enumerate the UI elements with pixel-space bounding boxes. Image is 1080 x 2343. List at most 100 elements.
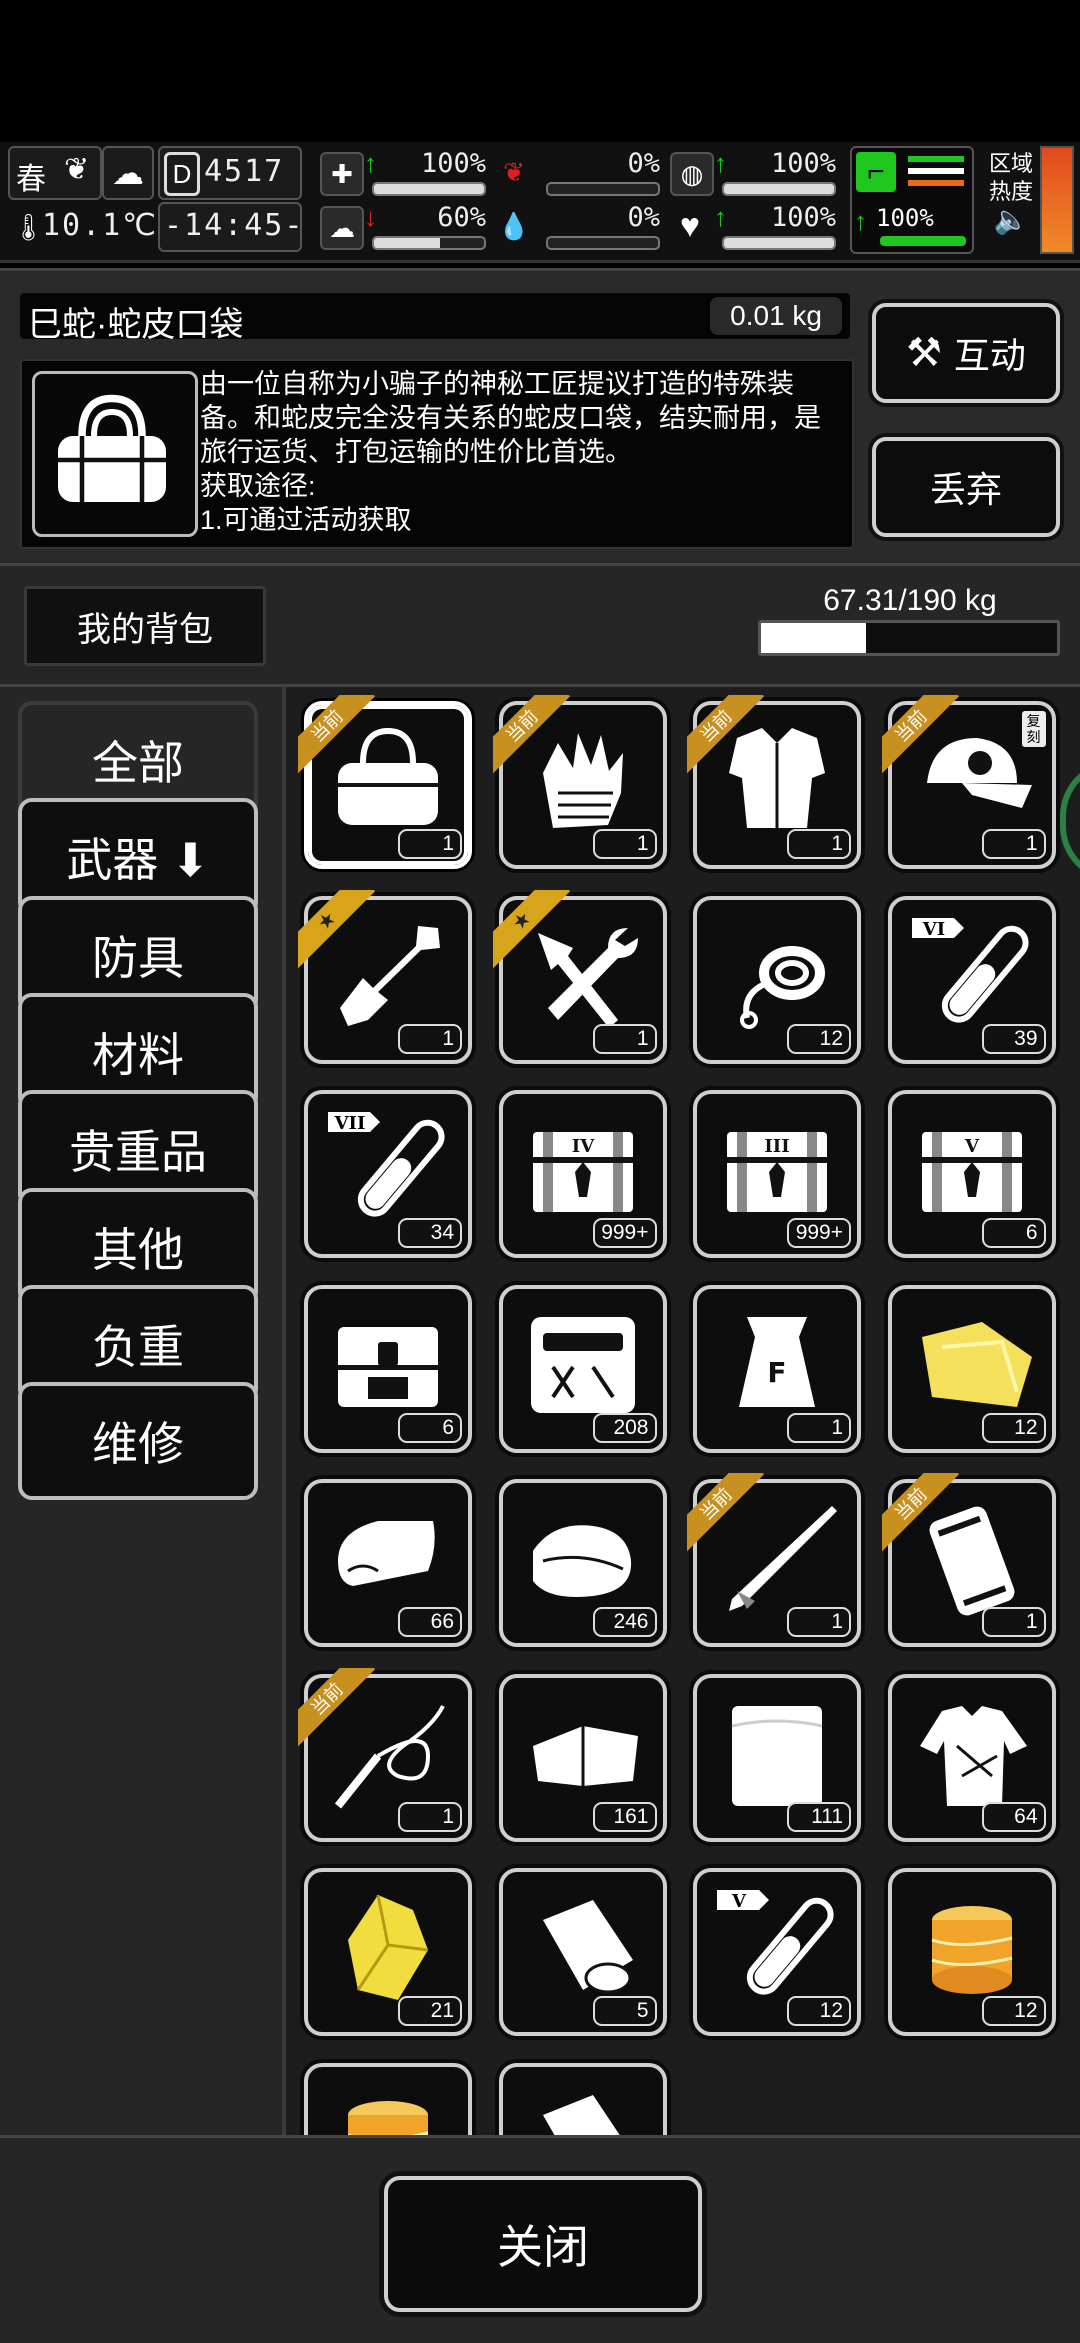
stat-sanity-pct: 60% <box>437 202 486 233</box>
top-black-area <box>0 0 1080 142</box>
fabric-icon <box>532 1725 638 1786</box>
crate-icon: V <box>921 1132 1022 1212</box>
stat-health-pct: 100% <box>420 148 486 179</box>
inventory-slot[interactable]: 246 <box>498 1479 667 1647</box>
toolkit-icon <box>530 1316 635 1413</box>
tube-icon: VII <box>328 1112 445 1217</box>
item-count: 66 <box>398 1607 462 1637</box>
star-icon: ★ <box>298 889 376 969</box>
tube-icon: VI <box>911 917 1029 1023</box>
svg-text:III: III <box>764 1136 789 1157</box>
blood-drop-icon: 💧 <box>497 210 531 241</box>
stat-mood-pct: 100% <box>770 202 836 233</box>
close-button[interactable]: 关闭 <box>384 2176 702 2312</box>
inventory-slot[interactable]: 21 <box>304 1868 472 2036</box>
inventory-slot[interactable] <box>304 2062 472 2135</box>
day-box: D 4517 <box>158 146 302 200</box>
inventory-slot[interactable]: III 999+ <box>693 1090 861 1258</box>
inventory-slot[interactable]: 5 <box>498 1868 667 2036</box>
item-count: 1 <box>981 1607 1046 1637</box>
item-count: 39 <box>981 1023 1046 1054</box>
category-7[interactable]: 维修 <box>18 1382 258 1501</box>
speaker-icon[interactable]: 🔈 <box>982 206 1040 234</box>
my-backpack-tab[interactable]: 我的背包 <box>24 586 266 666</box>
stat-stamina-pct: 100% <box>770 148 836 179</box>
stat-health-bar <box>372 182 486 196</box>
inventory-slot[interactable]: 111 <box>693 1673 861 1842</box>
inventory-slot[interactable]: VII 34 <box>304 1090 472 1258</box>
inventory-slot[interactable]: 当前 复刻 1 <box>881 695 1056 869</box>
capacity-fill <box>761 623 866 653</box>
region-heat: 区域 热度 🔈 <box>982 150 1040 234</box>
current-ribbon-label: 当前 <box>492 695 570 775</box>
leg-condition-lines <box>908 156 964 162</box>
svg-text:VII: VII <box>334 1113 366 1134</box>
inventory-grid[interactable]: 当前 1 当前 1 当前 1 当前 复刻 1 ★ 1 ★ 1 12 VI 39 VII 34 IV 999+ III 99… <box>286 687 1080 2135</box>
inventory-slot[interactable]: 12 <box>693 895 861 1064</box>
inventory-slot[interactable]: V6 <box>887 1090 1056 1258</box>
trend-up-icon: ↑ <box>364 148 377 178</box>
inventory-slot[interactable]: 当前 1 <box>298 695 472 869</box>
trend-down-icon: ↓ <box>364 202 377 232</box>
inventory-slot[interactable]: 66 <box>304 1479 472 1647</box>
inventory-slot[interactable]: 161 <box>498 1673 667 1842</box>
leg-icon: ⌐ <box>856 152 896 192</box>
inventory-slot[interactable]: 208 <box>498 1284 667 1453</box>
interact-button[interactable]: ⚒ 互动 <box>872 303 1060 403</box>
current-ribbon: 当前 <box>881 695 968 781</box>
weather-icon: ☁ <box>102 146 154 200</box>
heart-icon: ♥ <box>679 206 701 245</box>
inventory-slot[interactable]: 6 <box>304 1284 472 1453</box>
current-ribbon: 当前 <box>298 1667 384 1754</box>
crate-icon: III <box>727 1132 827 1212</box>
inventory-slot[interactable]: F1 <box>693 1284 861 1453</box>
item-thumbnail <box>32 371 198 537</box>
item-count: 1 <box>787 1607 851 1637</box>
inventory-slot[interactable]: 64 <box>887 1673 1056 1842</box>
svg-text:V: V <box>731 1891 747 1912</box>
discard-label: 丢弃 <box>929 469 1002 510</box>
shirt-icon <box>919 1705 1027 1806</box>
inventory-slot[interactable]: 当前 1 <box>492 695 667 869</box>
item-count: 21 <box>398 1996 462 2026</box>
chest-icon <box>338 1326 438 1407</box>
item-count: 999+ <box>592 1218 657 1248</box>
inventory-slot[interactable]: ★ 1 <box>492 889 667 1064</box>
inventory-slot[interactable]: 当前 1 <box>687 1473 861 1647</box>
inventory-slot[interactable]: 当前 1 <box>298 1667 472 1842</box>
inventory-slot[interactable]: IV 999+ <box>498 1090 667 1258</box>
inventory-slot[interactable] <box>498 2062 667 2135</box>
inventory-slot[interactable]: ★ 1 <box>298 889 472 1064</box>
capacity-bar <box>758 620 1060 656</box>
interact-label: 互动 <box>953 335 1026 376</box>
stat-health: ✚ ↑ 100% <box>320 148 490 198</box>
item-count: 6 <box>981 1218 1046 1248</box>
discard-button[interactable]: 丢弃 <box>872 437 1060 537</box>
item-count: 12 <box>981 1996 1046 2026</box>
stat-leg-pct: 100% <box>876 204 934 232</box>
trend-up-icon: ↑ <box>854 206 867 236</box>
inventory-slot[interactable]: 当前 1 <box>881 1473 1056 1647</box>
item-count: 246 <box>592 1607 657 1637</box>
heat-label: 热度 <box>988 179 1033 204</box>
item-count: 208 <box>592 1412 657 1443</box>
thermometer-icon: 🌡 <box>12 212 46 242</box>
inventory-slot[interactable]: VI 39 <box>887 895 1056 1064</box>
rope-icon <box>740 945 825 1029</box>
inventory-slot[interactable]: 当前 1 <box>687 695 861 869</box>
status-bar: 春 ❦ ☁ 🌡 10.1℃ D 4517 -14:45- ✚ ↑ 100% ☁ … <box>0 142 1080 263</box>
item-count: 12 <box>787 1023 851 1054</box>
season-box: 春 ❦ <box>8 146 102 200</box>
sheet-icon <box>731 1705 823 1806</box>
sack-icon: F <box>739 1316 815 1407</box>
stat-hunger: ❦ 0% <box>494 148 664 198</box>
item-count: 12 <box>787 1996 851 2026</box>
season-label: 春 <box>16 163 46 196</box>
temperature-readout: 10.1℃ <box>42 208 158 243</box>
item-count: 1 <box>787 829 851 859</box>
stat-sanity-bar <box>372 236 486 250</box>
star-ribbon: ★ <box>298 889 384 976</box>
inventory-slot[interactable]: 12 <box>887 1868 1056 2036</box>
inventory-slot[interactable]: V 12 <box>693 1868 861 2036</box>
inventory-slot[interactable]: 12 <box>887 1284 1056 1453</box>
